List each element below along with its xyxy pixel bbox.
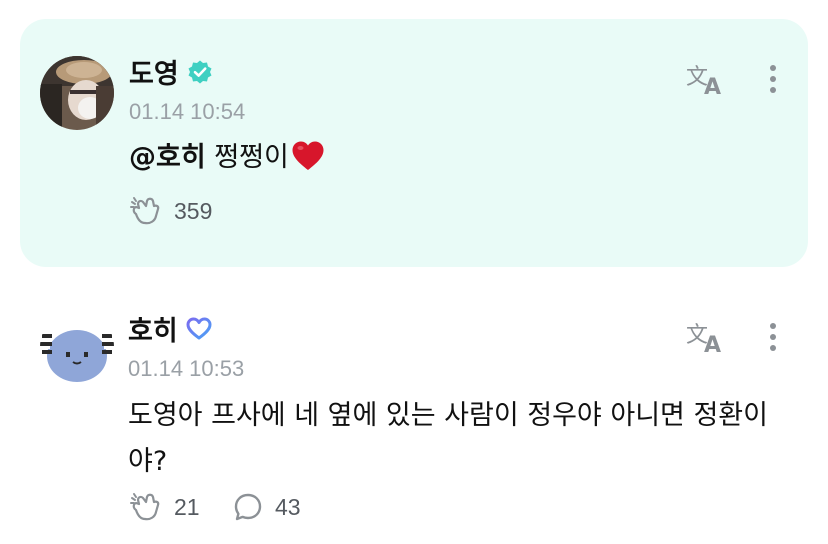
post-timestamp: 01.14 10:53 [128,356,245,381]
like-button[interactable]: 21 [130,492,200,522]
avatar[interactable] [40,56,114,130]
like-count: 359 [174,197,213,224]
heart-emoji-icon [291,140,325,187]
post-body: @호히 쩡쩡이 [129,135,325,187]
axolotl-avatar-image [40,310,114,384]
comment-bubble-icon [234,493,262,521]
translate-button[interactable]: 文 A [684,317,730,357]
heart-outline-badge-icon [186,317,212,345]
post-text: 쩡쩡이 [214,142,289,173]
verified-check-icon [187,59,213,89]
like-button[interactable]: 359 [130,196,212,226]
post-card-highlighted[interactable]: 도영 01.14 10:54 @호히 쩡쩡이 文 A 359 [20,19,808,267]
author-name[interactable]: 호히 [128,318,178,345]
author-name[interactable]: 도영 [129,61,179,88]
post-timestamp: 01.14 10:54 [129,99,246,124]
more-options-button[interactable] [761,317,785,357]
comment-button[interactable]: 43 [233,492,301,522]
cheer-hand-icon [130,197,160,225]
post-card[interactable]: 호히 01.14 10:53 도영아 프사에 네 옆에 있는 사람이 정우야 아… [0,290,828,544]
more-vertical-icon [770,65,776,93]
more-options-button[interactable] [761,59,785,99]
translate-button[interactable]: 文 A [684,59,730,99]
avatar[interactable] [40,310,114,384]
avatar-photo [40,56,114,130]
svg-text:A: A [704,75,721,96]
cheer-hand-icon [130,493,160,521]
like-count: 21 [174,493,200,520]
translate-icon: 文 A [686,65,721,96]
post-body: 도영아 프사에 네 옆에 있는 사람이 정우야 아니면 정환이야? [128,400,768,477]
translate-icon: 文 A [686,323,721,354]
svg-text:A: A [704,333,721,354]
more-vertical-icon [770,323,776,351]
mention-link[interactable]: @호히 [129,142,206,173]
comment-count: 43 [275,493,301,520]
